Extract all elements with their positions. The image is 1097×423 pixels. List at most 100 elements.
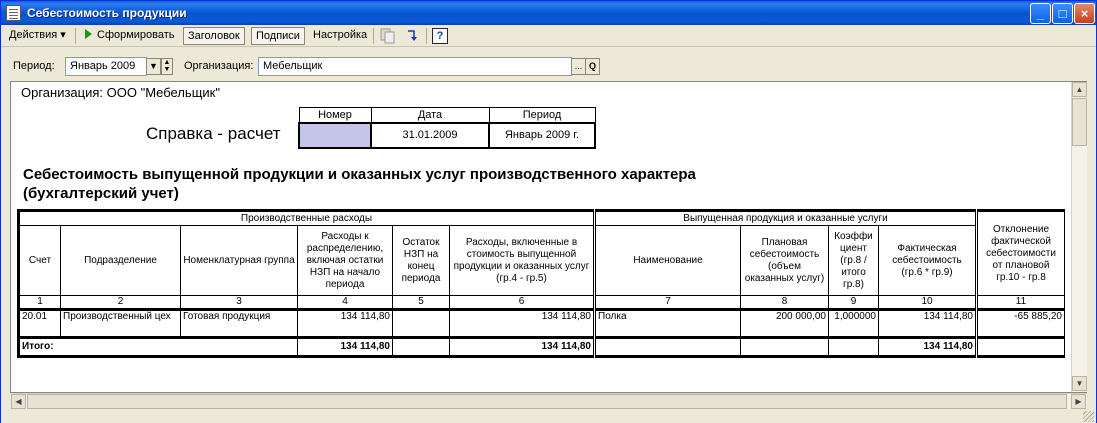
organization-label: Организация: — [184, 60, 254, 72]
total-label: Итого: — [17, 336, 298, 358]
horizontal-scrollbar[interactable]: ◀ ▶ — [11, 393, 1087, 409]
maximize-button[interactable]: □ — [1052, 3, 1073, 24]
col-number: 4 — [297, 295, 393, 311]
scroll-up-icon[interactable]: ▲ — [1072, 82, 1087, 97]
col-header-8: Плановая себестоимость (объем оказанных … — [740, 225, 829, 296]
organization-field[interactable]: Мебельщик — [258, 57, 572, 76]
col-number: 7 — [594, 295, 741, 311]
close-button[interactable]: × — [1074, 3, 1095, 24]
header-col-number: Номер — [298, 107, 372, 123]
scroll-down-icon[interactable]: ▼ — [1072, 376, 1087, 391]
minimize-button[interactable]: _ — [1030, 3, 1051, 24]
col-header-4: Расходы к распределению, включая остатки… — [297, 225, 393, 296]
window-title: Себестоимость продукции — [27, 6, 187, 20]
cell-account: 20.01 — [17, 309, 61, 338]
col-number: 2 — [60, 295, 181, 311]
col-header-7: Наименование — [594, 225, 741, 296]
header-col-period: Период — [488, 107, 596, 123]
total-coef — [828, 336, 879, 358]
vertical-scrollbar[interactable]: ▲ ▼ — [1071, 82, 1087, 392]
col-number: 8 — [740, 295, 829, 311]
table-row[interactable]: 20.01 Производственный цех Готовая проду… — [17, 309, 1065, 338]
cell-division: Производственный цех — [60, 309, 181, 338]
title-bar[interactable]: Себестоимость продукции _ □ × — [1, 1, 1096, 25]
dropdown-arrow-icon: ▾ — [60, 29, 66, 41]
refresh-icon[interactable] — [404, 28, 420, 44]
scroll-left-icon[interactable]: ◀ — [11, 394, 26, 409]
col-header-2: Подразделение — [60, 225, 181, 296]
cell-deviation: -65 885,20 — [976, 309, 1065, 338]
col-header-10: Фактическая себестоимость (гр.6 * гр.9) — [878, 225, 978, 296]
cell-actual-cost: 134 114,80 — [878, 309, 978, 338]
col-number: 3 — [180, 295, 298, 311]
report-doc-title: Справка - расчет — [146, 124, 281, 143]
total-expenses: 134 114,80 — [297, 336, 393, 358]
report-window: Себестоимость продукции _ □ × Действия ▾… — [0, 0, 1097, 423]
signatures-toggle-button[interactable]: Подписи — [251, 27, 305, 45]
organization-select-button[interactable]: ... — [571, 58, 586, 75]
toolbar-separator — [373, 28, 374, 44]
document-number-cell[interactable] — [298, 121, 372, 149]
total-wip-end — [392, 336, 450, 358]
report-title-line2: (бухгалтерский учет) — [23, 185, 179, 202]
document-period-cell: Январь 2009 г. — [488, 121, 596, 149]
report-title-line1: Себестоимость выпущенной продукции и ока… — [23, 166, 696, 183]
total-planned — [740, 336, 829, 358]
generate-button[interactable]: Сформировать — [81, 27, 179, 45]
total-row[interactable]: Итого: 134 114,80 134 114,80 134 114,80 — [17, 336, 1065, 358]
vertical-scroll-thumb[interactable] — [1072, 98, 1087, 146]
document-date-cell: 31.01.2009 — [370, 121, 490, 149]
col-number: 11 — [976, 295, 1065, 311]
col-header-11: Отклонение фактической себестоимости от … — [976, 209, 1065, 296]
period-spinner[interactable]: ▲ ▼ — [161, 58, 173, 75]
col-number: 9 — [828, 295, 879, 311]
scroll-right-icon[interactable]: ▶ — [1071, 394, 1086, 409]
total-deviation — [976, 336, 1065, 358]
cell-wip-end — [392, 309, 450, 338]
col-number: 6 — [449, 295, 596, 311]
total-included: 134 114,80 — [449, 336, 596, 358]
cost-table: Производственные расходы Выпущенная прод… — [17, 209, 1065, 358]
help-icon[interactable]: ? — [432, 28, 448, 44]
document-icon — [6, 5, 21, 21]
report-title: Себестоимость выпущенной продукции и ока… — [23, 165, 696, 203]
header-col-date: Дата — [370, 107, 490, 123]
toolbar-separator — [75, 28, 76, 44]
play-icon — [85, 29, 92, 39]
col-header-9: Коэффи циент (гр.8 / итого гр.8) — [828, 225, 879, 296]
horizontal-scroll-thumb[interactable] — [27, 394, 1067, 409]
toolbar: Действия ▾ Сформировать Заголовок Подпис… — [1, 25, 1096, 47]
actions-menu[interactable]: Действия ▾ — [5, 27, 70, 45]
period-label: Период: — [13, 60, 55, 72]
toolbar-separator — [426, 28, 427, 44]
col-number: 5 — [392, 295, 450, 311]
col-number: 10 — [878, 295, 978, 311]
group-output-products: Выпущенная продукция и оказанные услуги — [594, 209, 978, 226]
period-dropdown-button[interactable]: ▼ — [146, 58, 161, 75]
cell-nomenclature-group: Готовая продукция — [180, 309, 298, 338]
cell-included: 134 114,80 — [449, 309, 596, 338]
search-icon[interactable]: Q — [585, 58, 600, 75]
copy-icon[interactable] — [380, 28, 396, 44]
total-actual: 134 114,80 — [878, 336, 978, 358]
header-toggle-button[interactable]: Заголовок — [183, 27, 245, 45]
report-organization: Организация: ООО "Мебельщик" — [21, 85, 220, 100]
actions-label: Действия — [9, 29, 58, 41]
total-name — [594, 336, 741, 358]
col-header-1: Счет — [17, 225, 61, 296]
resize-grip-icon[interactable] — [1083, 411, 1094, 422]
cell-coefficient: 1,000000 — [828, 309, 879, 338]
settings-button[interactable]: Настройка — [309, 27, 371, 45]
col-header-5: Остаток НЗП на конец периода — [392, 225, 450, 296]
generate-label: Сформировать — [97, 29, 175, 41]
status-bar — [1, 409, 1096, 423]
col-header-3: Номенклатурная группа — [180, 225, 298, 296]
col-header-6: Расходы, включенные в стоимость выпущенн… — [449, 225, 596, 296]
cell-expenses: 134 114,80 — [297, 309, 393, 338]
group-production-costs: Производственные расходы — [17, 209, 596, 226]
report-area[interactable]: Организация: ООО "Мебельщик" Справка - р… — [10, 81, 1087, 393]
col-number: 1 — [17, 295, 61, 311]
cell-product-name: Полка — [594, 309, 741, 338]
parameters-row: Период: Январь 2009 ▼ ▲ ▼ Организация: Ме… — [1, 53, 1096, 77]
period-field[interactable]: Январь 2009 — [65, 57, 147, 76]
